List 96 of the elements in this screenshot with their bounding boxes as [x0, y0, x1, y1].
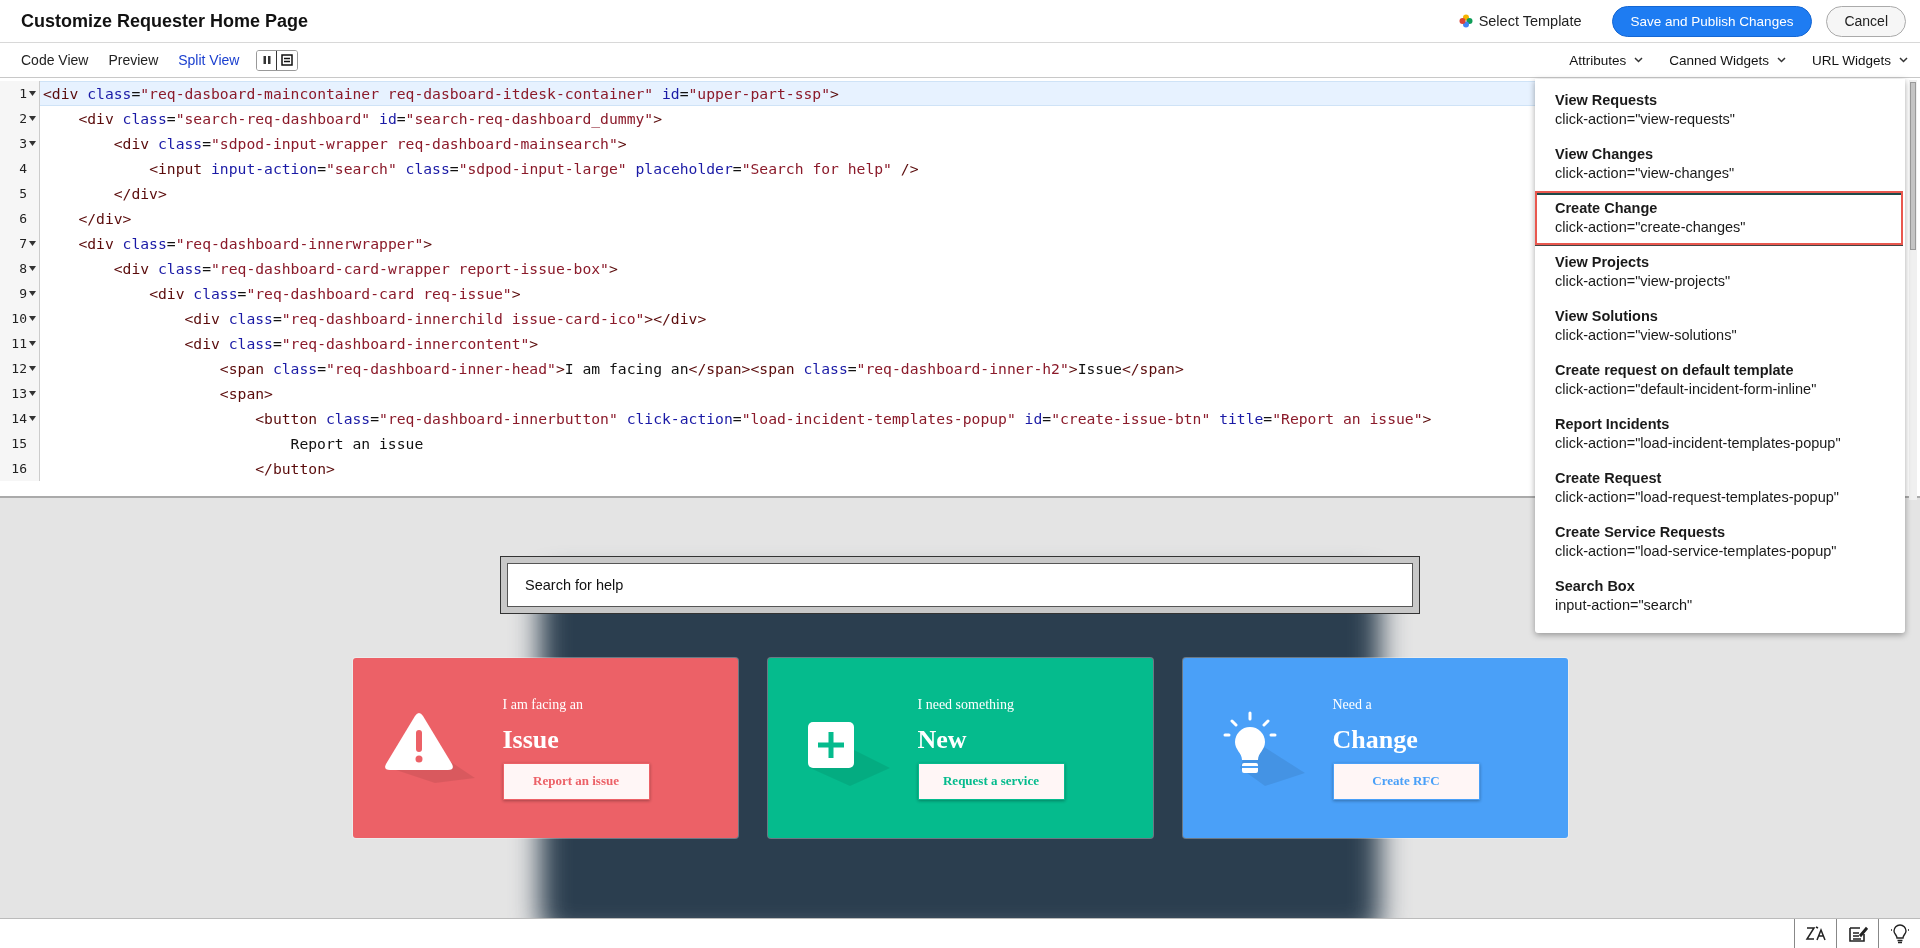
caret-icon [1634, 57, 1644, 63]
fold-arrow-icon[interactable] [29, 241, 36, 246]
page-title: Customize Requester Home Page [21, 10, 309, 32]
attribute-menu-item[interactable]: View Changes click-action="view-changes" [1535, 137, 1905, 191]
line-number: 3 [19, 136, 27, 151]
card-subtitle: I need something [917, 696, 1014, 713]
code-line: <div class="req-dashboard-card-wrapper report-issue-box"> [112, 259, 618, 279]
code-line: <div class="sdpod-input-wrapper req-dashboard-mainsearch"> [112, 134, 627, 154]
line-number: 15 [11, 436, 27, 451]
card-subtitle: Need a [1332, 696, 1372, 713]
attribute-title: Create Request [1555, 470, 1663, 486]
code-line: <span class="req-dashboard-inner-head">I am facing an</span><span class="req-dashboard-inner-h2">Issue</span> [218, 359, 1184, 379]
layout-toggle[interactable] [277, 50, 298, 70]
fold-arrow-icon[interactable] [29, 116, 36, 121]
line-number: 10 [11, 311, 27, 326]
palette-icon [1458, 14, 1473, 28]
attribute-code: click-action="load-incident-templates-popup" [1555, 435, 1842, 451]
attribute-code: click-action="view-solutions" [1555, 327, 1738, 343]
attribute-code: click-action="view-requests" [1555, 111, 1736, 127]
search-field[interactable]: Search for help [500, 556, 1420, 614]
attribute-title: View Projects [1555, 254, 1651, 270]
code-line: <div class="req-dashboard-innercontent"> [183, 334, 539, 354]
fold-arrow-icon[interactable] [29, 366, 36, 371]
attribute-title: View Solutions [1555, 308, 1659, 324]
code-line: <input input-action="search" class="sdpod-input-large" placeholder="Search for help" /> [148, 159, 919, 179]
attribute-title: View Changes [1555, 146, 1655, 162]
widget-menu[interactable]: Canned Widgets [1667, 48, 1788, 72]
fold-arrow-icon[interactable] [29, 416, 36, 421]
cancel-button[interactable]: Cancel [1826, 5, 1906, 37]
code-line: </div> [77, 209, 132, 229]
line-number: 5 [19, 186, 27, 201]
line-number: 2 [19, 111, 27, 126]
scrollbar[interactable] [1909, 80, 1917, 500]
attribute-code: click-action="load-service-templates-popup" [1555, 543, 1838, 559]
attribute-title: Create request on default template [1555, 362, 1795, 378]
fold-arrow-icon[interactable] [29, 91, 36, 96]
attribute-code: click-action="create-changes" [1555, 219, 1747, 235]
code-line: <div class="req-dashboard-innerchild issue-card-ico"></div> [183, 309, 707, 329]
line-number: 4 [19, 161, 27, 176]
fold-arrow-icon[interactable] [29, 341, 36, 346]
code-line: <div class="req-dashboard-card req-issue"> [148, 284, 521, 304]
fold-arrow-icon[interactable] [29, 391, 36, 396]
line-number: 1 [19, 86, 27, 101]
attribute-menu-item[interactable]: Create Service Requests click-action="load-service-templates-popup" [1535, 515, 1905, 569]
widget-menu[interactable]: URL Widgets [1809, 48, 1910, 72]
card-title: Change [1332, 724, 1418, 755]
fold-arrow-icon[interactable] [29, 266, 36, 271]
select-template-label[interactable]: Select Template [1478, 13, 1582, 29]
view-tab[interactable]: Preview [99, 48, 168, 72]
line-number: 16 [11, 461, 27, 476]
fold-arrow-icon[interactable] [29, 316, 36, 321]
attribute-title: Report Incidents [1555, 416, 1671, 432]
code-line: <div class="search-req-dashboard" id="search-req-dashboard_dummy"> [77, 109, 662, 130]
attribute-menu-item[interactable]: Create request on default template click-action="default-incident-form-inline" [1535, 353, 1905, 407]
card-subtitle: I am facing an [502, 696, 583, 713]
attribute-menu-item[interactable]: View Projects click-action="view-projects" [1535, 245, 1905, 299]
attribute-title: Search Box [1555, 578, 1636, 594]
columns-layout-icon [262, 55, 273, 65]
caret-icon [1899, 57, 1908, 63]
attribute-title: Create Service Requests [1555, 524, 1727, 540]
attribute-menu-item[interactable]: Create Request click-action="load-request-templates-popup" [1535, 461, 1905, 515]
card-title: Issue [502, 724, 559, 755]
code-line: </div> [112, 184, 167, 204]
rows-layout-icon [281, 54, 294, 66]
view-tab[interactable]: Split View [169, 48, 249, 72]
line-number: 12 [11, 361, 27, 376]
attribute-menu-item[interactable]: Create Change click-action="create-changes" [1535, 191, 1903, 245]
attribute-code: input-action="search" [1555, 597, 1694, 613]
save-and-publish-button[interactable]: Save and Publish Changes [1611, 5, 1813, 37]
attribute-menu-item[interactable]: Search Box input-action="search" [1535, 569, 1905, 623]
code-line: <span> [218, 384, 273, 404]
code-line: Report an issue [289, 434, 424, 454]
line-number: 11 [11, 336, 27, 351]
attribute-code: click-action="view-changes" [1555, 165, 1736, 181]
fold-arrow-icon[interactable] [29, 141, 36, 146]
view-tab[interactable]: Code View [12, 48, 98, 72]
attribute-code: click-action="default-incident-form-inline" [1555, 381, 1818, 397]
line-number: 6 [19, 211, 27, 226]
attribute-code: click-action="view-projects" [1555, 273, 1732, 289]
attribute-menu-item[interactable]: Report Incidents click-action="load-incident-templates-popup" [1535, 407, 1905, 461]
line-number: 13 [11, 386, 27, 401]
attribute-menu-item[interactable]: View Solutions click-action="view-solutions" [1535, 299, 1905, 353]
line-number: 8 [19, 261, 27, 276]
code-line: <div class="req-dashboard-innerwrapper"> [77, 234, 433, 254]
fold-arrow-icon[interactable] [29, 291, 36, 296]
line-number: 14 [11, 411, 27, 426]
attribute-code: click-action="load-request-templates-popup" [1555, 489, 1840, 505]
attribute-title: View Requests [1555, 92, 1659, 108]
caret-icon [1776, 57, 1786, 63]
card-title: New [917, 724, 967, 755]
line-number: 9 [19, 286, 27, 301]
attribute-title: Create Change [1555, 200, 1659, 216]
widget-menu[interactable]: Attributes [1567, 48, 1646, 72]
line-number: 7 [19, 236, 27, 251]
code-line: <button class="req-dashboard-innerbutton" click-action="load-incident-templates-popup" id="create-issue-btn" title="Report an issue"> [254, 409, 1432, 429]
code-line: </button> [254, 459, 335, 479]
